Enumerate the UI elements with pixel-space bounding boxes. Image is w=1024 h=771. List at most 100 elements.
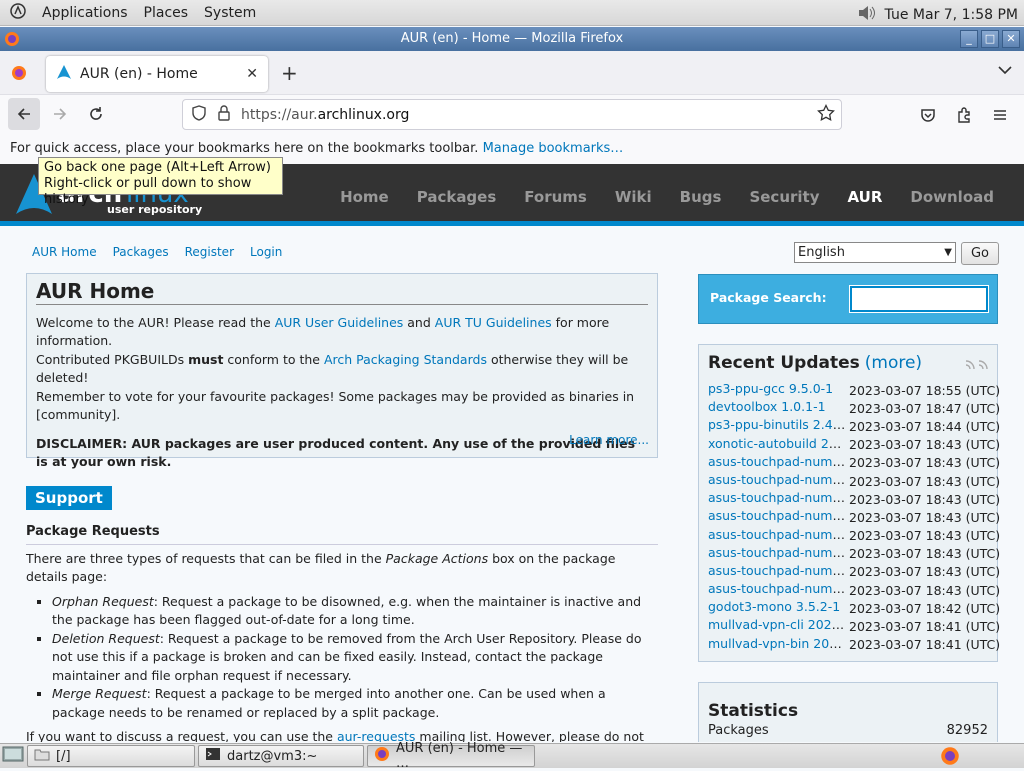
recent-package-link[interactable]: xonotic-autobuild 2023… [708, 436, 848, 451]
manage-bookmarks-link[interactable]: Manage bookmarks… [483, 141, 624, 156]
rss-feed-icon[interactable] [965, 360, 989, 373]
table-row: asus-touchpad-numpa… 2023-03-07 18:43 (UT… [708, 490, 1000, 508]
recent-package-link[interactable]: ps3-ppu-binutils 2.40-1 [708, 417, 848, 432]
recent-package-cell: godot3-mono 3.5.2-1 [708, 599, 848, 617]
recent-updates-table: ps3-ppu-gcc 9.5.0-1 2023-03-07 18:55 (UTC… [708, 381, 1000, 654]
menu-system[interactable]: System [204, 5, 256, 21]
maximize-button[interactable]: □ [981, 30, 999, 48]
aurnav-home[interactable]: AUR Home [32, 245, 97, 259]
recent-package-link[interactable]: asus-touchpad-numpa… [708, 490, 848, 505]
menu-applications[interactable]: Applications [42, 5, 128, 21]
clock[interactable]: Tue Mar 7, 1:58 PM [885, 7, 1018, 23]
recent-package-cell: asus-touchpad-numpa… [708, 545, 848, 563]
recent-package-link[interactable]: asus-touchpad-numpa… [708, 527, 848, 542]
app-menu-button[interactable] [984, 99, 1016, 131]
back-button[interactable] [8, 98, 40, 130]
more-link[interactable]: (more) [865, 353, 922, 373]
tu-guidelines-link[interactable]: AUR TU Guidelines [435, 315, 552, 330]
tab-aur-home[interactable]: AUR (en) - Home ✕ [46, 56, 268, 92]
intro-em: Package Actions [385, 550, 489, 566]
table-row: devtoolbox 1.0.1-1 2023-03-07 18:47 (UTC) [708, 399, 1000, 417]
tab-strip: AUR (en) - Home ✕ + [0, 51, 1024, 95]
firefox-launcher-icon[interactable] [940, 746, 960, 770]
url-bar[interactable]: https://aur.archlinux.org [182, 99, 842, 130]
menu-places[interactable]: Places [144, 5, 189, 21]
pkgbuild-text-2: conform to the [223, 351, 324, 367]
arch-nav-security[interactable]: Security [749, 188, 819, 206]
go-button[interactable]: Go [961, 242, 999, 265]
recent-date-cell: 2023-03-07 18:43 (UTC) [849, 473, 1001, 489]
recent-date-cell: 2023-03-07 18:41 (UTC) [849, 637, 1001, 653]
recent-package-link[interactable]: asus-touchpad-numpa… [708, 581, 848, 596]
arch-nav-bugs[interactable]: Bugs [680, 188, 722, 206]
stats-label: Packages [708, 723, 769, 738]
show-desktop-icon[interactable] [2, 745, 24, 767]
distro-logo-icon[interactable] [10, 2, 26, 23]
deletion-request-em: Deletion Request [52, 630, 160, 646]
recent-package-link[interactable]: devtoolbox 1.0.1-1 [708, 399, 826, 414]
recent-package-link[interactable]: asus-touchpad-numpa… [708, 545, 848, 560]
support-heading: Support [26, 486, 112, 510]
arch-nav-aur[interactable]: AUR [848, 188, 883, 206]
user-guidelines-link[interactable]: AUR User Guidelines [275, 315, 404, 330]
reload-icon [90, 107, 102, 120]
task-terminal[interactable]: dartz@vm3:~ [198, 745, 364, 767]
arch-nav-home[interactable]: Home [340, 188, 389, 206]
aurnav-packages[interactable]: Packages [113, 245, 169, 259]
minimize-button[interactable]: _ [960, 30, 978, 48]
recent-package-link[interactable]: ps3-ppu-gcc 9.5.0-1 [708, 381, 833, 396]
aurnav-login[interactable]: Login [250, 245, 282, 259]
recent-date-cell: 2023-03-07 18:47 (UTC) [849, 400, 1001, 416]
recent-package-link[interactable]: asus-touchpad-numpa… [708, 472, 848, 487]
recent-package-link[interactable]: mullvad-vpn-cli 2023.2-1 [708, 617, 848, 632]
reload-button[interactable] [80, 98, 112, 130]
close-tab-icon[interactable]: ✕ [246, 66, 258, 82]
close-window-button[interactable]: ✕ [1002, 30, 1020, 48]
hamburger-icon [994, 110, 1006, 120]
language-select[interactable]: English ▼ [794, 242, 956, 263]
task-firefox[interactable]: AUR (en) - Home — … [367, 741, 535, 771]
shield-icon[interactable] [191, 104, 207, 125]
packaging-standards-link[interactable]: Arch Packaging Standards [324, 352, 487, 367]
recent-package-cell: ps3-ppu-binutils 2.40-1 [708, 417, 848, 435]
recent-package-link[interactable]: asus-touchpad-numpa… [708, 508, 848, 523]
extensions-button[interactable] [948, 99, 980, 131]
forward-button[interactable] [44, 98, 76, 130]
recent-package-link[interactable]: godot3-mono 3.5.2-1 [708, 599, 840, 614]
learn-more-link[interactable]: Learn more... [569, 431, 649, 450]
volume-icon[interactable] [857, 4, 877, 26]
pocket-button[interactable] [912, 99, 944, 131]
outro-text-1: If you want to discuss a request, you ca… [26, 729, 337, 742]
arch-nav-packages[interactable]: Packages [417, 188, 497, 206]
tab-title: AUR (en) - Home [80, 66, 198, 82]
aurnav-register[interactable]: Register [185, 245, 234, 259]
list-item: Deletion Request: Request a package to b… [52, 630, 658, 686]
package-search-label: Package Search: [710, 290, 827, 305]
table-row: asus-touchpad-numpa… 2023-03-07 18:43 (UT… [708, 545, 1000, 563]
new-tab-icon[interactable]: + [281, 61, 298, 85]
welcome-text-1: Welcome to the AUR! Please read the [36, 314, 275, 330]
chevron-down-icon: ▼ [944, 247, 952, 258]
firefox-view-icon[interactable] [11, 65, 27, 85]
must-text: must [188, 351, 224, 367]
recent-date-cell: 2023-03-07 18:55 (UTC) [849, 382, 1001, 398]
table-row: asus-touchpad-numpa… 2023-03-07 18:43 (UT… [708, 472, 1000, 490]
lock-icon[interactable] [217, 104, 231, 125]
recent-package-link[interactable]: mullvad-vpn-bin 2023… [708, 636, 848, 651]
package-search-input[interactable] [849, 285, 989, 313]
arch-nav-download[interactable]: Download [910, 188, 994, 206]
arch-nav-forums[interactable]: Forums [524, 188, 587, 206]
recent-date-cell: 2023-03-07 18:43 (UTC) [849, 509, 1001, 525]
bookmark-star-icon[interactable] [817, 103, 835, 126]
task-firefox-label: AUR (en) - Home — … [396, 741, 523, 771]
recent-package-cell: asus-touchpad-numpa… [708, 472, 848, 490]
task-file-manager[interactable]: [/] [27, 745, 195, 767]
table-row: ps3-ppu-binutils 2.40-1 2023-03-07 18:44 … [708, 417, 1000, 435]
recent-updates-title: Recent Updates [708, 353, 860, 373]
list-tabs-chevron-icon[interactable] [998, 63, 1012, 79]
recent-package-link[interactable]: asus-touchpad-numpa… [708, 563, 848, 578]
arch-nav-wiki[interactable]: Wiki [615, 188, 652, 206]
recent-package-link[interactable]: asus-touchpad-numpa… [708, 454, 848, 469]
window-titlebar[interactable]: AUR (en) - Home — Mozilla Firefox _ □ ✕ [0, 27, 1024, 51]
recent-date-cell: 2023-03-07 18:41 (UTC) [849, 619, 1001, 635]
